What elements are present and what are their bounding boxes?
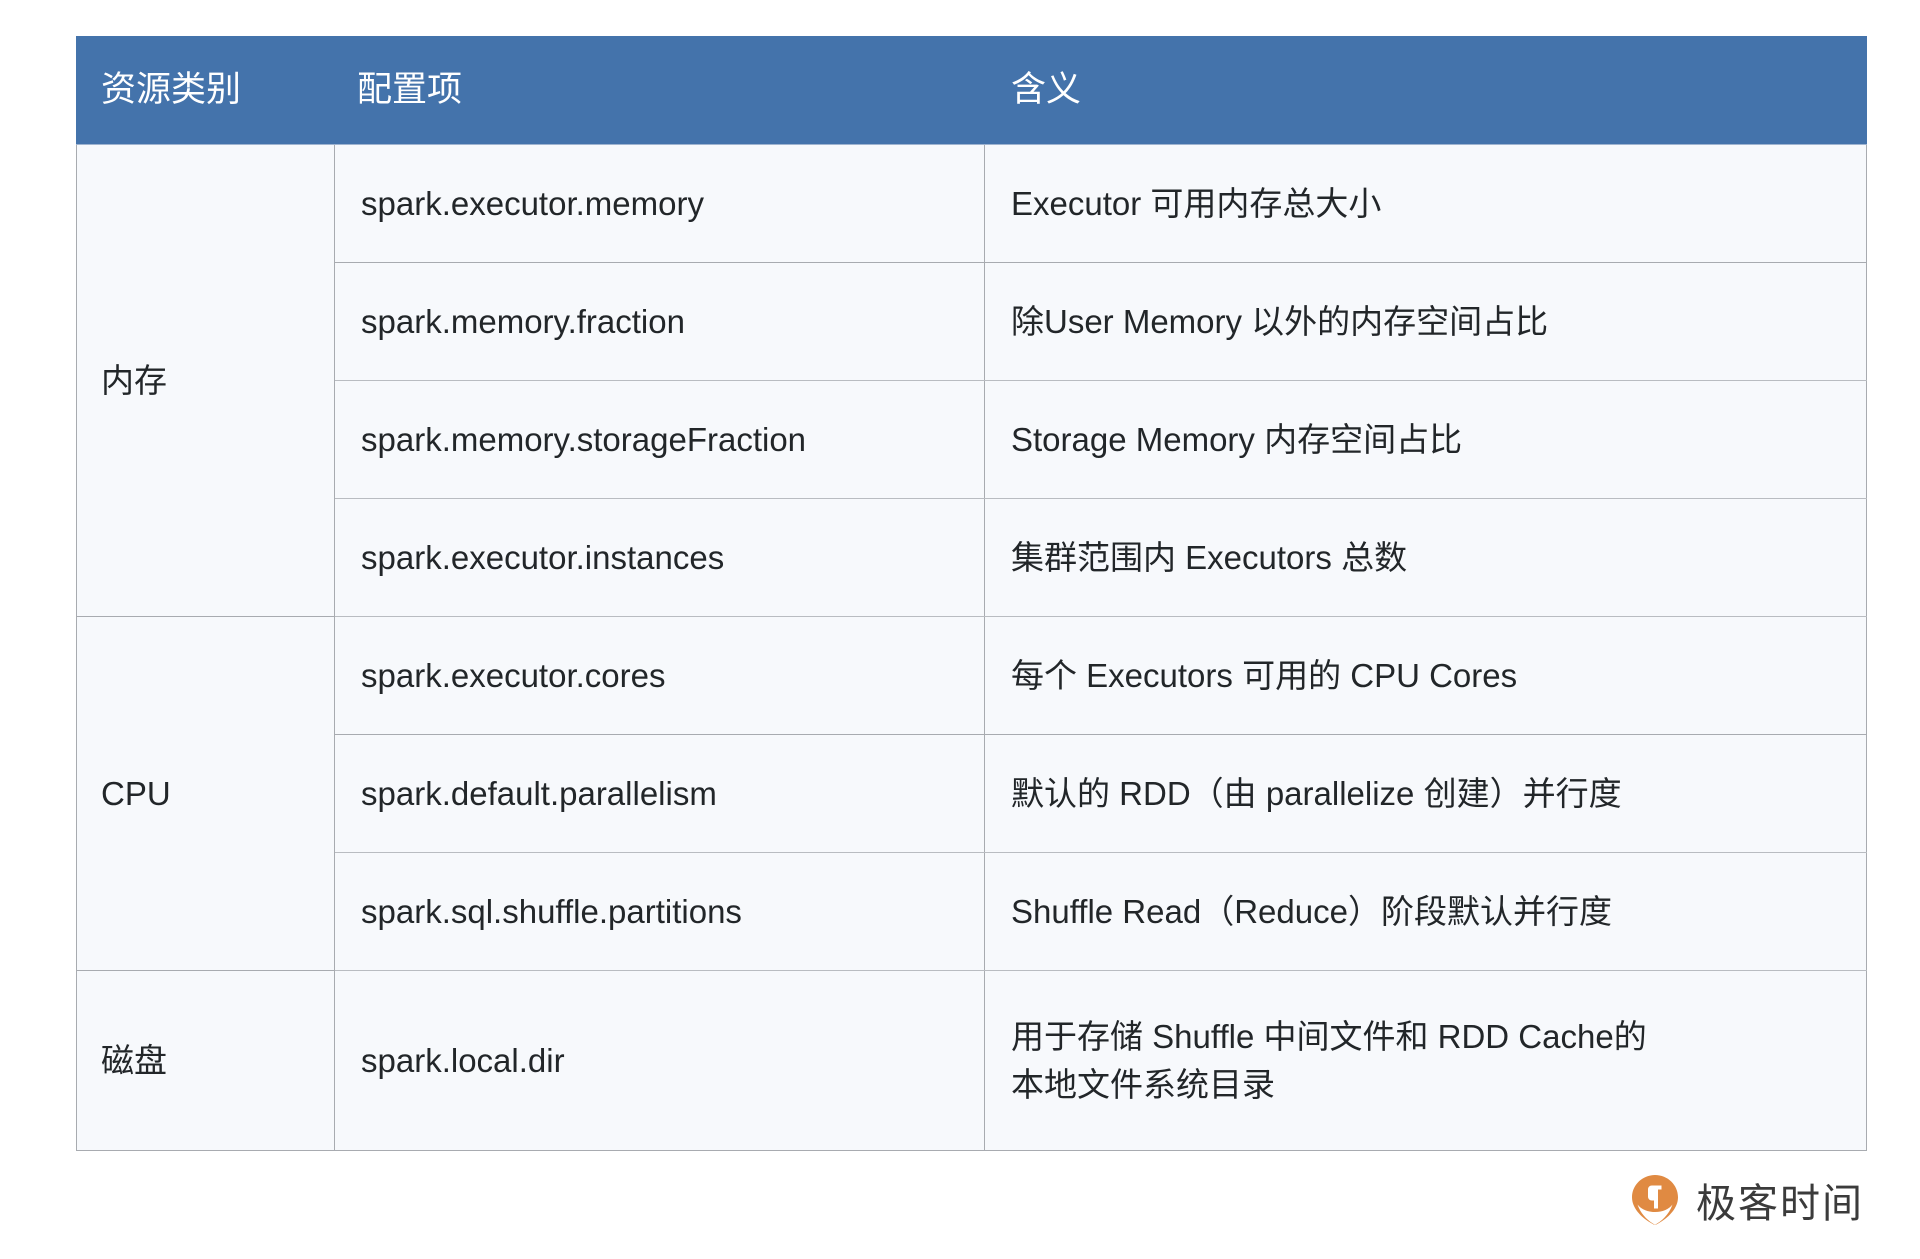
header-row: 资源类别 配置项 含义 <box>76 36 1867 145</box>
config-meaning-cell: 每个 Executors 可用的 CPU Cores <box>984 616 1867 735</box>
category-cell-memory: 内存 <box>76 144 335 617</box>
config-meaning-cell: Storage Memory 内存空间占比 <box>984 380 1867 499</box>
table-row: spark.executor.instances 集群范围内 Executors… <box>77 498 1867 617</box>
table-body: 内存 spark.executor.memory Executor 可用内存总大… <box>76 144 1867 1151</box>
config-key-cell: spark.sql.shuffle.partitions <box>334 852 985 971</box>
config-key-cell: spark.executor.instances <box>334 498 985 617</box>
spark-config-table-container: 资源类别 配置项 含义 内存 spark.executor.memory Exe… <box>76 36 1867 1151</box>
config-meaning-cell: 用于存储 Shuffle 中间文件和 RDD Cache的 本地文件系统目录 <box>984 970 1867 1151</box>
meaning-line-1: 用于存储 Shuffle 中间文件和 RDD Cache的 <box>1011 1017 1647 1055</box>
table-row: spark.default.parallelism 默认的 RDD（由 para… <box>77 734 1867 853</box>
config-key-cell: spark.memory.storageFraction <box>334 380 985 499</box>
table-header: 资源类别 配置项 含义 <box>76 36 1867 145</box>
spark-config-table: 资源类别 配置项 含义 内存 spark.executor.memory Exe… <box>76 36 1867 1151</box>
meaning-line-2: 本地文件系统目录 <box>1011 1065 1275 1103</box>
config-key-cell: spark.default.parallelism <box>334 734 985 853</box>
config-key-cell: spark.executor.memory <box>334 144 985 263</box>
table-row: spark.memory.fraction 除User Memory 以外的内存… <box>77 262 1867 381</box>
config-meaning-cell: 默认的 RDD（由 parallelize 创建）并行度 <box>984 734 1867 853</box>
geektime-logo: 极客时间 <box>1628 1171 1864 1229</box>
config-meaning-cell: Executor 可用内存总大小 <box>984 144 1867 263</box>
config-key-cell: spark.local.dir <box>334 970 985 1151</box>
geektime-logo-text: 极客时间 <box>1696 1181 1864 1227</box>
slide-canvas: 资源类别 配置项 含义 内存 spark.executor.memory Exe… <box>0 0 1920 1259</box>
table-row: spark.sql.shuffle.partitions Shuffle Rea… <box>77 852 1867 971</box>
column-header-category: 资源类别 <box>76 36 335 145</box>
config-key-cell: spark.executor.cores <box>334 616 985 735</box>
config-key-cell: spark.memory.fraction <box>334 262 985 381</box>
column-header-meaning: 含义 <box>984 36 1867 145</box>
category-cell-cpu: CPU <box>76 616 335 971</box>
column-header-config-item: 配置项 <box>334 36 985 145</box>
config-meaning-cell: Shuffle Read（Reduce）阶段默认并行度 <box>984 852 1867 971</box>
table-row: 磁盘 spark.local.dir 用于存储 Shuffle 中间文件和 RD… <box>76 970 1867 1151</box>
table-row: spark.memory.storageFraction Storage Mem… <box>77 380 1867 499</box>
category-cell-disk: 磁盘 <box>76 970 335 1151</box>
geektime-pin-icon <box>1628 1173 1682 1227</box>
config-meaning-cell: 除User Memory 以外的内存空间占比 <box>984 262 1867 381</box>
config-meaning-cell: 集群范围内 Executors 总数 <box>984 498 1867 617</box>
table-row: CPU spark.executor.cores 每个 Executors 可用… <box>76 616 1867 971</box>
table-row: 内存 spark.executor.memory Executor 可用内存总大… <box>76 144 1867 617</box>
